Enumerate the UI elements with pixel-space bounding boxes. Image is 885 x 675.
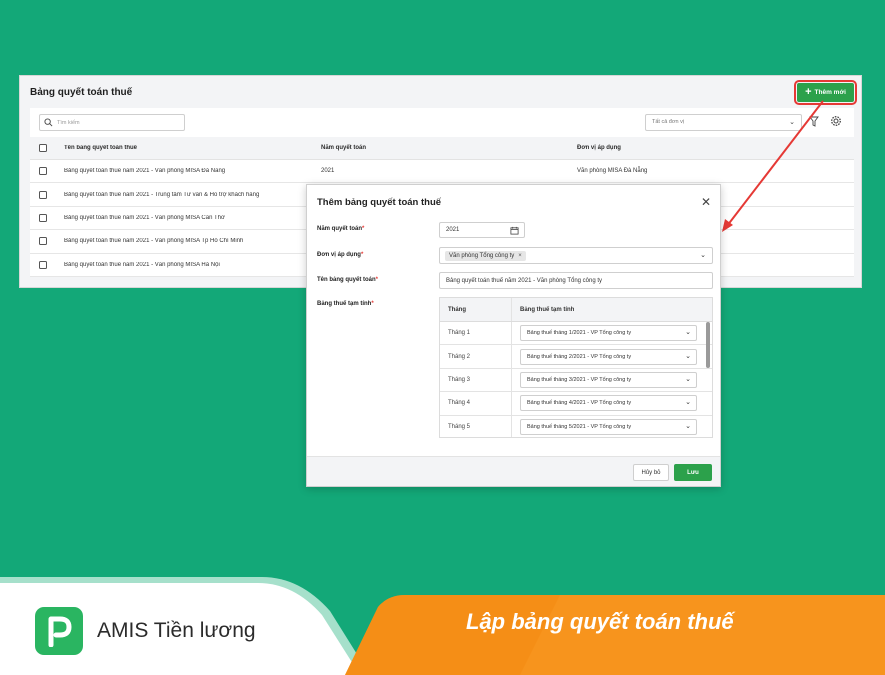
amis-logo: [35, 607, 83, 655]
row-year: 2021: [321, 168, 335, 175]
grid-month: Tháng 4: [440, 392, 512, 415]
year-label: Năm quyết toán*: [317, 226, 365, 232]
grid-row: Tháng 5 Bảng thuế tháng 5/2021 - VP Tổng…: [440, 415, 712, 437]
grid-header-month: Tháng: [440, 298, 512, 321]
row-name: Bảng quyết toán thuế năm 2021 - Văn phòn…: [64, 261, 220, 268]
chevron-down-icon: ⌄: [685, 329, 691, 337]
grid-month: Tháng 2: [440, 345, 512, 368]
tax-table-select[interactable]: Bảng thuế tháng 4/2021 - VP Tổng công ty…: [520, 395, 697, 412]
name-label: Tên bảng quyết toán*: [317, 277, 379, 283]
column-header-year: Năm quyết toán: [321, 145, 367, 151]
dialog-title: Thêm bảng quyết toán thuế: [317, 197, 442, 208]
grid-row: Tháng 4 Bảng thuế tháng 4/2021 - VP Tổng…: [440, 392, 712, 416]
grid-row: Tháng 2 Bảng thuế tháng 2/2021 - VP Tổng…: [440, 345, 712, 369]
gear-icon[interactable]: [830, 115, 842, 127]
remove-tag-icon[interactable]: ×: [518, 253, 522, 259]
search-placeholder: Tìm kiếm: [57, 119, 80, 126]
grid-header-table: Bảng thuế tạm tính: [520, 306, 575, 313]
tax-table-select[interactable]: Bảng thuế tháng 1/2021 - VP Tổng công ty…: [520, 325, 697, 342]
row-name: Bảng quyết toán thuế năm 2021 - Văn phòn…: [64, 168, 226, 175]
tax-table-label: Bảng thuế tạm tính*: [317, 301, 374, 307]
unit-tag: Văn phòng Tổng công ty ×: [445, 250, 526, 261]
grid-month: Tháng 3: [440, 368, 512, 392]
table-header: Tên bảng quyết toán thuế Năm quyết toán …: [30, 137, 854, 160]
row-name: Bảng quyết toán thuế năm 2021 - Văn phòn…: [64, 214, 225, 221]
grid-month: Tháng 1: [440, 322, 512, 345]
tax-table-select[interactable]: Bảng thuế tháng 2/2021 - VP Tổng công ty…: [520, 348, 697, 365]
brand-name: AMIS Tiền lương: [97, 619, 256, 642]
toolbar: Tìm kiếm Tất cả đơn vị ⌄: [30, 108, 854, 137]
tax-table-select[interactable]: Bảng thuế tháng 3/2021 - VP Tổng công ty…: [520, 371, 697, 388]
grid-row: Tháng 1 Bảng thuế tháng 1/2021 - VP Tổng…: [440, 322, 712, 346]
row-checkbox[interactable]: [39, 213, 47, 222]
unit-tag-label: Văn phòng Tổng công ty: [449, 252, 515, 259]
banner-headline: Lập bảng quyết toán thuế: [466, 609, 734, 634]
unit-filter-select[interactable]: Tất cả đơn vị ⌄: [645, 114, 802, 131]
chevron-down-icon: ⌄: [685, 375, 691, 383]
row-checkbox[interactable]: [39, 237, 47, 246]
tax-table-select[interactable]: Bảng thuế tháng 5/2021 - VP Tổng công ty…: [520, 418, 697, 435]
page-title: Bảng quyết toán thuế: [30, 87, 133, 98]
app-logo-icon: [48, 616, 72, 647]
dialog-footer: Hủy bỏ Lưu: [307, 456, 720, 486]
add-new-label: Thêm mới: [814, 89, 846, 96]
row-checkbox[interactable]: [39, 190, 47, 199]
close-icon[interactable]: ✕: [701, 195, 711, 209]
chevron-down-icon: ⌄: [685, 399, 691, 407]
column-header-name: Tên bảng quyết toán thuế: [64, 145, 137, 151]
add-settlement-dialog: Thêm bảng quyết toán thuế ✕ Năm quyết to…: [306, 184, 721, 487]
row-checkbox[interactable]: [39, 167, 47, 176]
monthly-tax-grid: Tháng Bảng thuế tạm tính Tháng 1 Bảng th…: [439, 297, 713, 438]
add-new-button[interactable]: + Thêm mới: [794, 80, 857, 105]
settlement-name-value: Bảng quyết toán thuế năm 2021 - Văn phòn…: [446, 277, 603, 284]
unit-multiselect[interactable]: Văn phòng Tổng công ty × ⌄: [439, 247, 713, 264]
chevron-down-icon: ⌄: [685, 422, 691, 430]
row-unit: Văn phòng MISA Đà Nẵng: [577, 168, 648, 175]
select-all-checkbox[interactable]: [39, 144, 47, 152]
save-button[interactable]: Lưu: [674, 464, 712, 481]
settlement-name-field[interactable]: Bảng quyết toán thuế năm 2021 - Văn phòn…: [439, 272, 713, 289]
chevron-down-icon: ⌄: [700, 252, 706, 259]
row-checkbox[interactable]: [39, 260, 47, 269]
cancel-button[interactable]: Hủy bỏ: [633, 464, 669, 481]
year-value: 2021: [446, 227, 460, 233]
grid-month: Tháng 5: [440, 415, 512, 437]
search-input[interactable]: Tìm kiếm: [39, 114, 185, 131]
filter-icon[interactable]: [809, 116, 819, 127]
plus-icon: +: [805, 86, 812, 98]
grid-header: Tháng Bảng thuế tạm tính: [440, 298, 712, 322]
chevron-down-icon: ⌄: [789, 119, 795, 126]
row-name: Bảng quyết toán thuế năm 2021 - Văn phòn…: [64, 238, 244, 245]
unit-filter-value: Tất cả đơn vị: [652, 119, 685, 125]
grid-row: Tháng 3 Bảng thuế tháng 3/2021 - VP Tổng…: [440, 368, 712, 393]
unit-label: Đơn vị áp dụng*: [317, 252, 364, 258]
row-name: Bảng quyết toán thuế năm 2021 - Trung tâ…: [64, 191, 260, 198]
chevron-down-icon: ⌄: [685, 352, 691, 360]
column-header-unit: Đơn vị áp dụng: [577, 145, 621, 151]
table-row[interactable]: Bảng quyết toán thuế năm 2021 - Văn phòn…: [30, 160, 854, 184]
search-icon: [44, 118, 53, 127]
year-field[interactable]: 2021: [439, 222, 525, 238]
grid-scrollbar[interactable]: [706, 322, 710, 368]
calendar-icon: [510, 226, 519, 235]
